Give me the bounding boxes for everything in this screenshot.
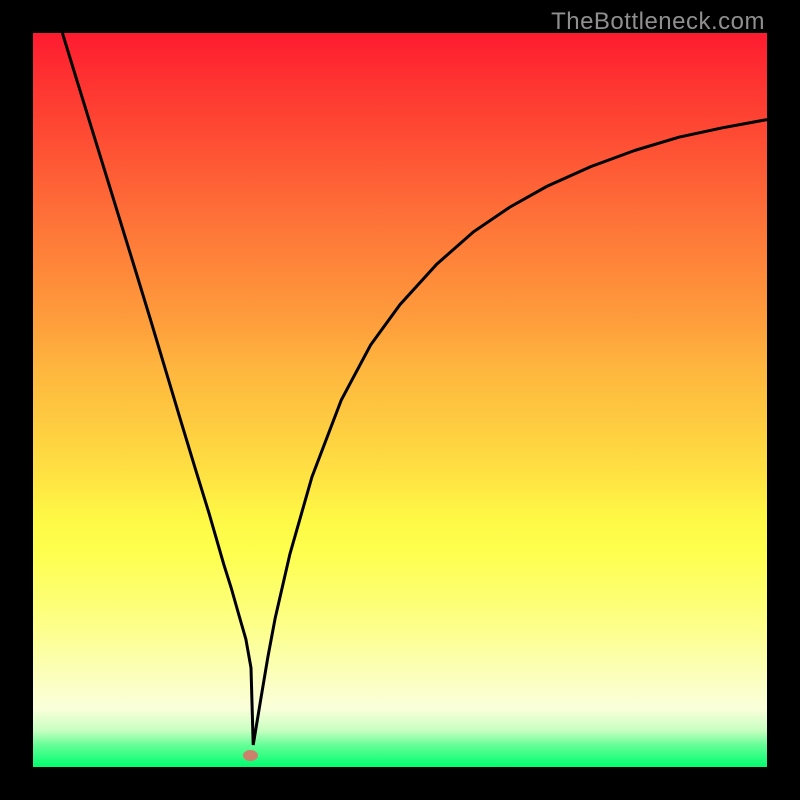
watermark-text: TheBottleneck.com <box>551 8 765 36</box>
chart-frame: TheBottleneck.com <box>0 0 800 800</box>
bottleneck-curve <box>62 33 767 745</box>
curve-svg <box>33 33 767 767</box>
